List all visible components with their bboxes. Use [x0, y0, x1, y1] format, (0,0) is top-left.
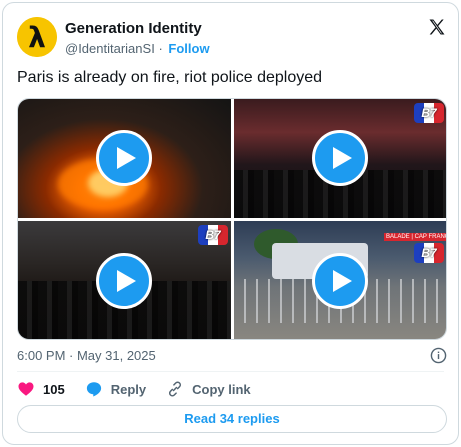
video-thumbnail-3[interactable]: B7 [18, 221, 231, 339]
play-icon [117, 147, 136, 169]
follow-button[interactable]: Follow [168, 41, 209, 56]
handle-separator: · [158, 41, 163, 56]
author-handle-row: @IdentitarianSI · Follow [65, 41, 210, 56]
like-count: 105 [43, 381, 65, 397]
media-grid: B7 B7 BALADE | CAP FRANCE B7 [17, 98, 447, 340]
author-handle[interactable]: @IdentitarianSI [65, 41, 155, 56]
play-button[interactable] [312, 253, 368, 309]
divider [17, 371, 444, 372]
play-button[interactable] [96, 253, 152, 309]
tweet-card[interactable]: λ Generation Identity @IdentitarianSI · … [2, 2, 459, 445]
lambda-logo-icon: λ [17, 17, 57, 57]
news-ticker: BALADE | CAP FRANCE [384, 233, 446, 241]
author-name[interactable]: Generation Identity [65, 20, 202, 37]
reply-bubble-icon [86, 382, 101, 397]
play-button[interactable] [312, 130, 368, 186]
reply-label: Reply [110, 381, 147, 397]
video-thumbnail-2[interactable]: B7 [234, 99, 446, 218]
x-logo-icon[interactable] [427, 17, 447, 37]
video-thumbnail-1[interactable] [18, 99, 231, 218]
link-icon [169, 381, 182, 397]
avatar-symbol: λ [28, 21, 46, 54]
avatar[interactable]: λ [17, 17, 57, 57]
info-icon[interactable] [430, 347, 447, 364]
play-button[interactable] [96, 130, 152, 186]
reply-button[interactable]: Reply [85, 380, 146, 398]
play-icon [333, 147, 352, 169]
like-button[interactable]: 105 [17, 380, 65, 398]
play-icon [333, 270, 352, 292]
read-replies-button[interactable]: Read 34 replies [17, 405, 447, 433]
copy-link-label: Copy link [192, 381, 251, 397]
channel-badge: B7 [414, 103, 444, 123]
tweet-text: Paris is already on fire, riot police de… [17, 69, 323, 86]
tweet-timestamp[interactable]: 6:00 PM · May 31, 2025 [17, 348, 156, 363]
channel-badge: B7 [198, 225, 228, 245]
play-icon [117, 270, 136, 292]
channel-badge: B7 [414, 243, 444, 263]
video-thumbnail-4[interactable]: BALADE | CAP FRANCE B7 [234, 221, 446, 339]
heart-icon [18, 382, 34, 396]
copy-link-button[interactable]: Copy link [166, 380, 251, 398]
action-bar: 105 Reply Copy link [17, 379, 271, 399]
